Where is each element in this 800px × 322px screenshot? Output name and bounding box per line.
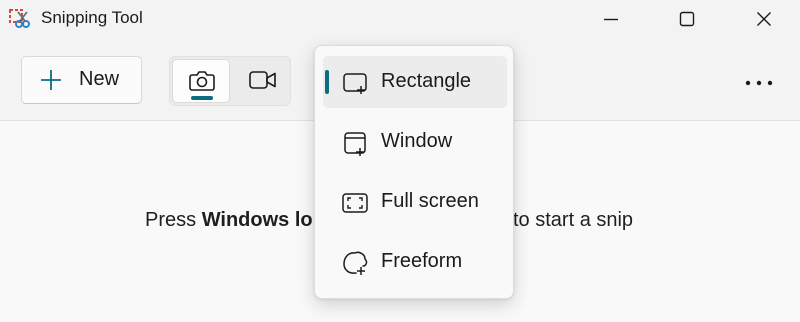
hint-prefix: Press: [145, 209, 202, 231]
freeform-snip-icon: [341, 249, 369, 277]
snipping-tool-app-icon: [9, 8, 31, 30]
new-snip-button[interactable]: New: [21, 56, 142, 104]
window-snip-icon: [341, 129, 369, 157]
menu-item-rectangle[interactable]: Rectangle: [323, 56, 507, 108]
new-button-label: New: [79, 68, 120, 90]
hint-suffix: to start a snip: [513, 209, 634, 231]
more-icon: [745, 73, 773, 91]
close-button[interactable]: [738, 0, 790, 38]
maximize-button[interactable]: [661, 0, 713, 38]
menu-item-window[interactable]: Window: [323, 116, 507, 168]
selected-item-indicator: [325, 70, 329, 94]
window-title: Snipping Tool: [41, 8, 143, 27]
maximize-icon: [679, 11, 695, 27]
selected-mode-indicator: [191, 96, 213, 100]
rectangle-snip-icon: [341, 69, 369, 97]
minimize-icon: [603, 11, 619, 27]
fullscreen-snip-icon: [341, 189, 369, 217]
more-options-button[interactable]: [735, 62, 783, 102]
video-camera-icon: [249, 70, 277, 95]
hint-shortcut-text: Windows lo: [201, 209, 313, 231]
camera-icon: [189, 69, 215, 96]
close-icon: [756, 11, 772, 27]
hint-text: Press Windows lo: [145, 209, 313, 232]
plus-icon: [40, 69, 62, 96]
snip-mode-button[interactable]: [172, 59, 230, 103]
menu-item-label: Rectangle: [381, 70, 472, 92]
menu-item-freeform[interactable]: Freeform: [323, 236, 507, 288]
menu-item-label: Full screen: [381, 190, 479, 212]
menu-item-label: Window: [381, 130, 453, 152]
menu-item-full-screen[interactable]: Full screen: [323, 176, 507, 228]
capture-mode-toggle: [169, 56, 291, 106]
minimize-button[interactable]: [585, 0, 637, 38]
snip-mode-menu: Rectangle Window Full screen Freeform: [314, 45, 514, 299]
title-bar: Snipping Tool: [0, 0, 800, 40]
record-mode-button[interactable]: [234, 59, 288, 103]
menu-item-label: Freeform: [381, 250, 463, 272]
